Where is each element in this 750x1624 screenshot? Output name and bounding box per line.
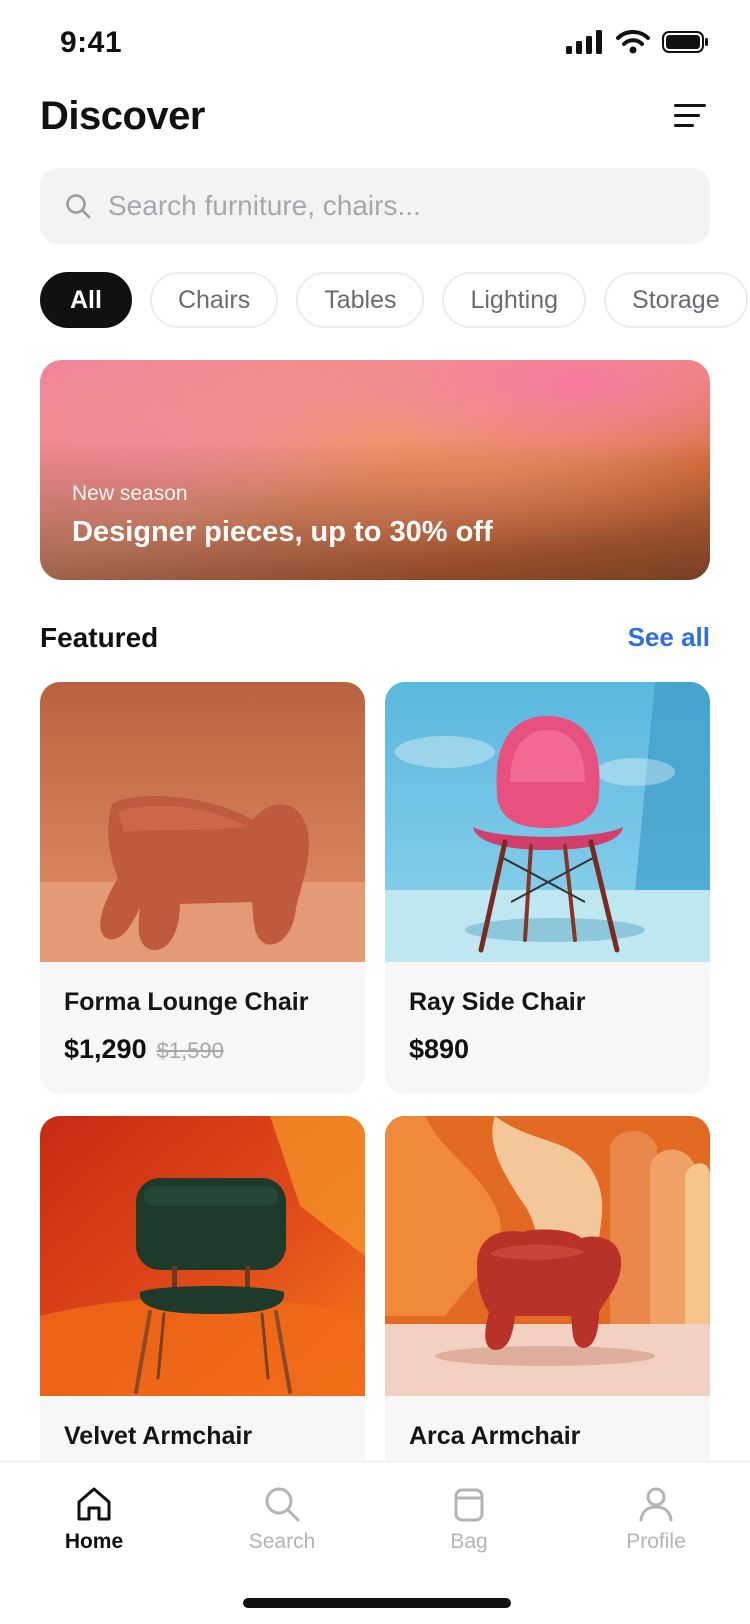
search-input[interactable] xyxy=(108,190,668,222)
promo-overlay xyxy=(40,440,710,580)
chip-all[interactable]: All xyxy=(40,272,132,328)
signal-icon xyxy=(566,30,602,54)
search-icon xyxy=(66,194,91,219)
product-image xyxy=(385,682,710,962)
chip-storage[interactable]: Storage xyxy=(604,272,748,328)
profile-icon xyxy=(639,1487,673,1522)
promo-title: Designer pieces, up to 30% off xyxy=(72,516,493,548)
tab-label: Search xyxy=(248,1530,316,1553)
product-price: $1,290 xyxy=(64,1034,147,1064)
product-name: Forma Lounge Chair xyxy=(64,988,309,1016)
tab-label: Home xyxy=(64,1530,124,1553)
price-row: $1,290 $1,590 xyxy=(64,1034,224,1065)
product-image xyxy=(40,1116,365,1396)
status-bar: 9:41 xyxy=(0,0,750,90)
tab-label: Profile xyxy=(626,1530,686,1553)
featured-title: Featured xyxy=(40,622,159,653)
menu-icon xyxy=(674,104,706,127)
product-name: Arca Armchair xyxy=(409,1422,581,1450)
product-name: Velvet Armchair xyxy=(64,1422,253,1450)
category-chips: All Chairs Tables Lighting Storage xyxy=(40,272,750,328)
chip-tables[interactable]: Tables xyxy=(296,272,425,328)
bag-icon xyxy=(454,1488,484,1522)
product-old-price: $1,590 xyxy=(156,1038,224,1063)
see-all-link[interactable]: See all xyxy=(628,622,710,653)
promo-eyebrow: New season xyxy=(72,482,188,505)
status-time: 9:41 xyxy=(60,26,123,59)
product-card[interactable]: Ray Side Chair $890 xyxy=(385,682,710,1094)
tab-profile[interactable]: Profile xyxy=(576,1484,736,1574)
featured-header: Featured See all xyxy=(40,620,710,660)
menu-button[interactable] xyxy=(670,96,710,136)
promo-banner[interactable]: New season Designer pieces, up to 30% of… xyxy=(40,360,710,580)
search-icon xyxy=(265,1487,300,1522)
chip-chairs[interactable]: Chairs xyxy=(149,272,279,328)
price-row: $890 xyxy=(409,1034,469,1065)
tab-label: Bag xyxy=(450,1530,488,1553)
product-grid: Forma Lounge Chair $1,290 $1,590 Ray Sid… xyxy=(40,682,710,1528)
tab-home[interactable]: Home xyxy=(14,1484,174,1574)
battery-icon xyxy=(662,31,708,53)
home-icon xyxy=(77,1487,111,1521)
status-icons xyxy=(566,30,710,54)
chip-lighting[interactable]: Lighting xyxy=(442,272,587,328)
header: Discover xyxy=(40,90,710,150)
tab-bag[interactable]: Bag xyxy=(389,1484,549,1574)
search-bar[interactable] xyxy=(40,168,710,244)
product-image xyxy=(40,682,365,962)
product-price: $890 xyxy=(409,1034,470,1064)
tab-search[interactable]: Search xyxy=(202,1484,362,1574)
product-name: Ray Side Chair xyxy=(409,988,586,1016)
home-indicator xyxy=(243,1598,511,1608)
product-card[interactable]: Forma Lounge Chair $1,290 $1,590 xyxy=(40,682,365,1094)
page-title: Discover xyxy=(40,94,205,138)
product-image xyxy=(385,1116,710,1396)
wifi-icon xyxy=(616,30,650,54)
